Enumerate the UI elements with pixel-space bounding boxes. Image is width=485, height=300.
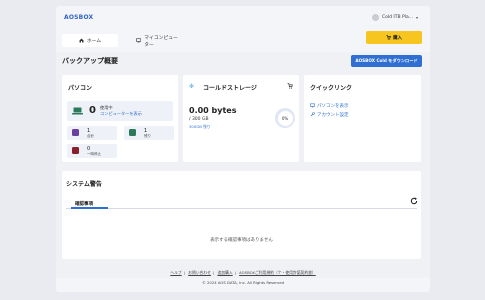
logo[interactable]: AOSBOX (64, 14, 93, 21)
monitor-icon (136, 38, 142, 43)
system-warnings-title: システム警告 (66, 181, 102, 188)
chevron-down-icon: ▾ (416, 15, 419, 20)
user-name: Cold ITB Pla... (382, 15, 414, 20)
storage-used: 0.00 bytes (189, 106, 237, 115)
wrench-icon (310, 112, 315, 117)
pc-remaining: 1 残り (124, 126, 174, 140)
download-button[interactable]: AOSBOX Cold をダウンロード (351, 55, 422, 67)
pc-total: 1 合計 (67, 126, 117, 140)
active-tab-indicator (71, 207, 108, 209)
tab-my-computer-label: マイコンピューター (144, 35, 178, 48)
storage-remaining: 300GB 残り (189, 124, 211, 129)
footer-link-help[interactable]: ヘルプ (170, 270, 181, 275)
tab-home-label: ホーム (86, 39, 102, 44)
avatar (372, 14, 379, 21)
pc-total-label: 合計 (87, 134, 94, 138)
quick-links-title: クイックリンク (310, 85, 353, 92)
laptop-icon (72, 107, 83, 115)
pc-count: 0 (89, 105, 96, 116)
footer-links: ヘルプ | お問い合わせ | 追加購入 | AOSBOXご利用規約（个・使用許諾契約書… (170, 270, 316, 275)
monitor-icon (310, 103, 315, 108)
home-icon (79, 38, 84, 43)
usage-percent: 0% (277, 110, 293, 126)
tab-divider (66, 208, 417, 209)
footer-link-terms[interactable]: AOSBOXご利用規約（个・使用許諾契約書） (239, 270, 316, 275)
pc-remaining-icon (129, 129, 136, 136)
cart-icon[interactable] (287, 83, 293, 91)
cold-storage-card: ✻ コールドストレージ 0.00 bytes / 300 GB 300GB 残り… (183, 75, 299, 162)
copyright: © 2024 AOS DATA, Inc. All Rights Reserve… (201, 280, 284, 285)
quick-link-view-pcs-label: パソコンを表示 (317, 104, 349, 109)
tab-home[interactable]: ホーム (62, 34, 118, 47)
pc-paused-icon (72, 147, 79, 154)
pc-paused: 0 一時停止 (67, 144, 117, 158)
quick-link-account-settings-label: アカウント設定 (317, 113, 349, 118)
pc-paused-label: 一時停止 (87, 152, 101, 156)
page-title: バックアップ概要 (62, 57, 118, 65)
storage-quota: / 300 GB (189, 117, 209, 122)
top-header: AOSBOX Cold ITB Pla... ▾ (56, 6, 430, 26)
snowflake-icon: ✻ (189, 83, 195, 90)
buy-button-label: 購入 (393, 35, 402, 41)
pc-total-icon (72, 129, 79, 136)
pc-remaining-label: 残り (144, 134, 151, 138)
usage-donut: 0% (275, 108, 295, 128)
quick-link-account-settings[interactable]: アカウント設定 (310, 112, 349, 118)
refresh-icon[interactable] (410, 197, 418, 207)
view-computers-link[interactable]: コンピューターを表示 (100, 111, 142, 117)
quick-links-card: クイックリンク パソコンを表示 アカウント設定 (304, 75, 421, 162)
pc-card: パソコン 0 使用中 コンピューターを表示 1 合計 1 残り 0 一時停止 (62, 75, 178, 162)
cold-storage-title: コールドストレージ (203, 85, 257, 92)
app-window: AOSBOX Cold ITB Pla... ▾ ホーム マイコンピューター 購… (56, 6, 430, 292)
user-menu[interactable]: Cold ITB Pla... ▾ (372, 14, 418, 21)
pc-summary: 0 使用中 コンピューターを表示 (67, 101, 173, 121)
buy-button[interactable]: 購入 (366, 31, 422, 44)
logo-text: AOSBOX (64, 14, 94, 21)
empty-message: 表示する確認事項はありません (210, 238, 273, 243)
footer-link-purchase[interactable]: 追加購入 (217, 270, 232, 275)
tab-my-computer[interactable]: マイコンピューター (128, 34, 190, 48)
system-warnings-card: システム警告 確認事項 表示する確認事項はありません (62, 171, 421, 259)
footer-link-contact[interactable]: お問い合わせ (188, 270, 211, 275)
pc-card-title: パソコン (68, 85, 93, 92)
cart-icon (386, 35, 391, 40)
quick-link-view-pcs[interactable]: パソコンを表示 (310, 103, 349, 109)
